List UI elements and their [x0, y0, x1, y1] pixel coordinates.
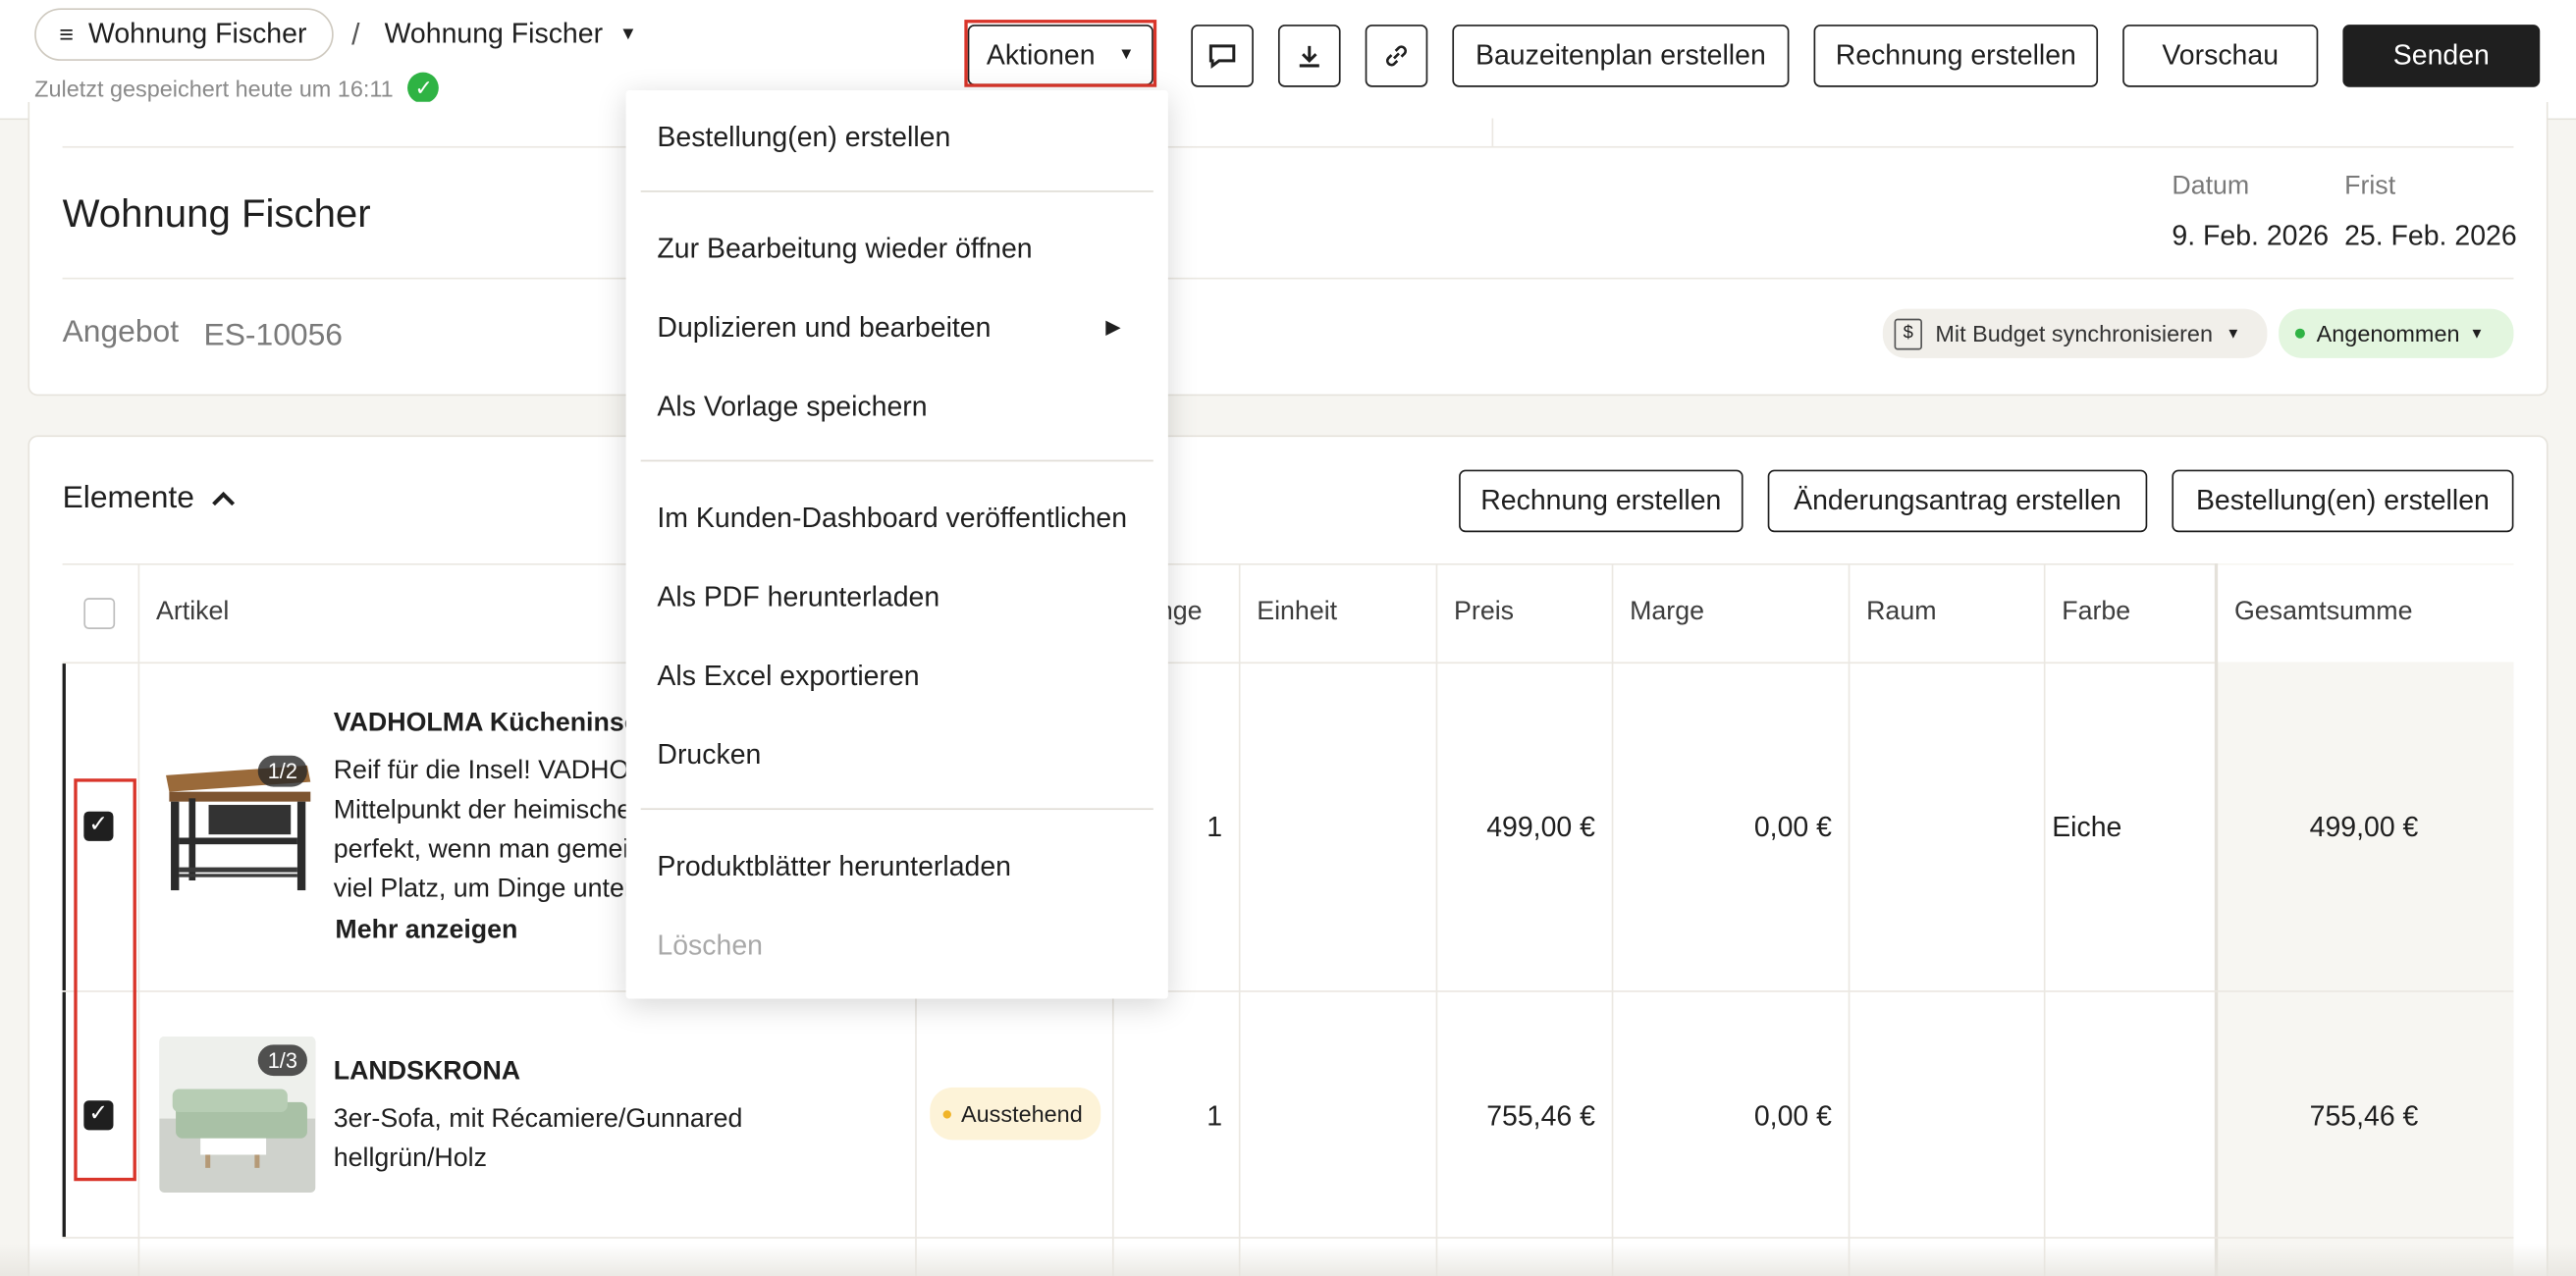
- menu-item-publish-dashboard[interactable]: Im Kunden-Dashboard veröffentlichen: [657, 503, 1127, 535]
- order-status-label: Ausstehend: [960, 1100, 1083, 1128]
- image-counter-badge: 1/2: [257, 755, 307, 787]
- sticky-total-column: [2214, 563, 2514, 1276]
- budget-sync-dropdown[interactable]: $ Mit Budget synchronisieren ▼: [1882, 308, 2268, 358]
- menu-item-export-excel[interactable]: Als Excel exportieren: [657, 661, 919, 693]
- submenu-arrow-icon: ▶: [1105, 315, 1121, 339]
- chevron-down-icon: ▼: [618, 25, 638, 45]
- breadcrumb-separator: /: [351, 18, 360, 51]
- project-switcher[interactable]: Wohnung Fischer ▼: [385, 18, 637, 50]
- divider: [1491, 118, 1494, 146]
- document-title[interactable]: Wohnung Fischer: [63, 192, 371, 239]
- status-dot-icon: [942, 1109, 951, 1118]
- checkmark-circle-icon: ✓: [407, 72, 440, 104]
- actions-menu: Bestellung(en) erstellen Zur Bearbeitung…: [625, 90, 1168, 999]
- status-badge[interactable]: Angenommen ▼: [2279, 308, 2514, 358]
- image-counter-badge: 1/3: [257, 1044, 307, 1077]
- total-cell: 755,46 €: [2309, 1100, 2419, 1133]
- date-value[interactable]: 9. Feb. 2026: [2172, 220, 2329, 252]
- menu-item-print[interactable]: Drucken: [657, 739, 761, 771]
- column-header-preis[interactable]: Preis: [1454, 563, 1514, 662]
- checkbox-highlight-box: [74, 778, 136, 1182]
- row-divider: [62, 1237, 2514, 1239]
- column-header-marge[interactable]: Marge: [1630, 563, 1704, 662]
- menu-item-save-template[interactable]: Als Vorlage speichern: [657, 391, 927, 423]
- column-header-einheit[interactable]: Einheit: [1257, 563, 1337, 662]
- bottom-shadow: [0, 1243, 2576, 1276]
- status-dot-icon: [2294, 328, 2305, 339]
- divider: [62, 145, 2514, 148]
- elements-heading: Elemente: [62, 481, 194, 516]
- product-title[interactable]: VADHOLMA Kücheninsel: [334, 710, 646, 739]
- budget-sync-label: Mit Budget synchronisieren: [1935, 320, 2213, 347]
- caret-down-icon: ▼: [2226, 325, 2241, 343]
- row-selected-marker: [62, 664, 66, 991]
- save-status: Zuletzt gespeichert heute um 16:11 ✓: [34, 72, 440, 104]
- show-more-link[interactable]: Mehr anzeigen: [335, 917, 517, 946]
- actions-highlight-box: [964, 20, 1157, 87]
- elements-invoice-button[interactable]: Rechnung erstellen: [1459, 469, 1744, 533]
- column-header-raum[interactable]: Raum: [1866, 563, 1936, 662]
- quantity-cell[interactable]: 1: [1150, 1100, 1222, 1133]
- document-type: Angebot: [62, 315, 180, 350]
- price-cell[interactable]: 755,46 €: [1446, 1100, 1595, 1133]
- menu-item-create-orders[interactable]: Bestellung(en) erstellen: [657, 122, 950, 154]
- menu-item-duplicate[interactable]: Duplizieren und bearbeiten: [657, 312, 991, 345]
- menu-button[interactable]: ≡ Wohnung Fischer: [34, 8, 334, 61]
- column-header-farbe[interactable]: Farbe: [2062, 563, 2130, 662]
- link-icon: [1385, 45, 1407, 67]
- app-root: ≡ Wohnung Fischer / Wohnung Fischer ▼ Zu…: [0, 0, 2576, 1276]
- menu-item-delete[interactable]: Löschen: [657, 930, 763, 962]
- menu-button-label: Wohnung Fischer: [87, 18, 307, 50]
- caret-down-icon: ▼: [2469, 325, 2485, 343]
- document-number: ES-10056: [203, 318, 343, 353]
- download-button[interactable]: [1277, 25, 1341, 87]
- menu-item-download-pdf[interactable]: Als PDF herunterladen: [657, 581, 939, 613]
- column-header-gesamtsumme-overlay: Gesamtsumme: [2233, 598, 2413, 626]
- comments-button[interactable]: [1191, 25, 1254, 87]
- price-cell[interactable]: 499,00 €: [1446, 812, 1595, 844]
- budget-icon: $: [1894, 317, 1922, 349]
- product-description-line: 3er-Sofa, mit Récamiere/Gunnared: [333, 1105, 743, 1134]
- date-label: Datum: [2172, 172, 2250, 201]
- elements-toggle[interactable]: Elemente: [63, 481, 238, 517]
- create-invoice-button[interactable]: Rechnung erstellen: [1813, 25, 2099, 87]
- margin-cell[interactable]: 0,00 €: [1627, 812, 1832, 844]
- row-selected-marker: [62, 991, 66, 1238]
- menu-divider: [640, 808, 1154, 811]
- column-header-artikel[interactable]: Artikel: [156, 563, 229, 662]
- total-cell: 499,00 €: [2309, 811, 2419, 843]
- menu-item-reopen[interactable]: Zur Bearbeitung wieder öffnen: [657, 234, 1032, 266]
- select-all-checkbox[interactable]: [83, 598, 116, 629]
- product-title[interactable]: LANDSKRONA: [334, 1058, 520, 1088]
- download-icon: [1299, 45, 1319, 68]
- save-status-text: Zuletzt gespeichert heute um 16:11: [34, 75, 394, 101]
- create-schedule-button[interactable]: Bauzeitenplan erstellen: [1452, 25, 1790, 87]
- product-description-line: hellgrün/Holz: [333, 1144, 488, 1173]
- color-cell[interactable]: Eiche: [2052, 812, 2121, 844]
- send-button[interactable]: Senden: [2342, 25, 2541, 87]
- comment-icon: [1208, 44, 1236, 69]
- order-status-badge[interactable]: Ausstehend: [930, 1087, 1101, 1141]
- preview-button[interactable]: Vorschau: [2122, 25, 2319, 87]
- copy-link-button[interactable]: [1365, 25, 1428, 87]
- product-description-line: Mittelpunkt der heimischen: [333, 796, 647, 825]
- chevron-up-icon: [212, 491, 236, 506]
- margin-cell[interactable]: 0,00 €: [1627, 1100, 1832, 1133]
- menu-divider: [640, 190, 1154, 192]
- menu-divider: [640, 459, 1154, 462]
- divider: [62, 277, 2514, 280]
- status-label: Angenommen: [2316, 320, 2460, 347]
- due-label: Frist: [2344, 172, 2396, 201]
- hamburger-icon: ≡: [59, 20, 74, 49]
- create-orders-button[interactable]: Bestellung(en) erstellen: [2172, 469, 2514, 533]
- menu-item-download-product-sheets[interactable]: Produktblätter herunterladen: [657, 851, 1011, 883]
- due-value[interactable]: 25. Feb. 2026: [2344, 220, 2517, 252]
- project-name: Wohnung Fischer: [384, 18, 604, 50]
- change-request-button[interactable]: Änderungsantrag erstellen: [1767, 469, 2148, 533]
